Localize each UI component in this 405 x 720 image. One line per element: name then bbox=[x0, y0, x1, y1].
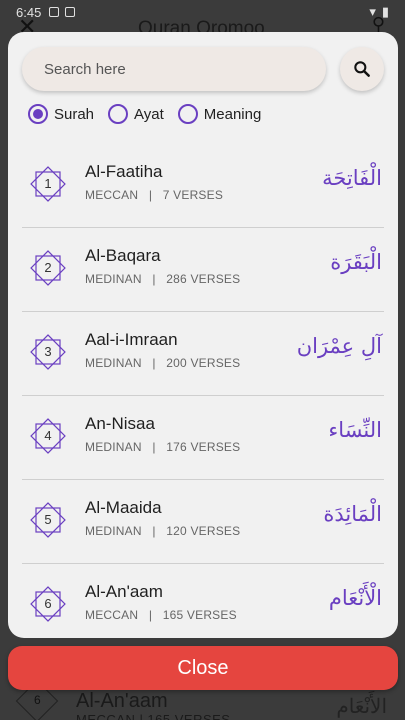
surah-number: 3 bbox=[44, 344, 52, 359]
surah-row[interactable]: 1 Al-Faatiha MECCAN | 7 VERSES الْفَاتِح… bbox=[22, 144, 384, 228]
radio-label: Ayat bbox=[134, 105, 164, 123]
surah-number: 2 bbox=[44, 260, 52, 275]
surah-arabic-name: آلِ عِمْرَان bbox=[296, 334, 382, 358]
surah-info: MEDINAN | 286 VERSES bbox=[85, 272, 241, 286]
surah-name: An-Nisaa bbox=[85, 414, 155, 433]
surah-arabic-name: الْمَائِدَة bbox=[323, 502, 382, 526]
surah-number: 6 bbox=[44, 596, 52, 611]
surah-name: Al-An'aam bbox=[76, 690, 168, 712]
radio-unchecked-icon bbox=[177, 104, 198, 124]
radio-surah[interactable]: Surah bbox=[28, 104, 94, 124]
surah-arabic-name: النِّسَاء bbox=[328, 418, 382, 442]
radio-checked-icon bbox=[28, 104, 48, 124]
star-badge-icon: 1 bbox=[28, 164, 68, 204]
search-icon bbox=[354, 61, 370, 77]
surah-row[interactable]: 5 Al-Maaida MEDINAN | 120 VERSES الْمَائ… bbox=[22, 480, 384, 564]
star-badge-icon: 5 bbox=[28, 500, 68, 540]
surah-arabic-name: الأَنْعَام bbox=[336, 694, 387, 718]
surah-number: 1 bbox=[44, 176, 52, 191]
close-button[interactable]: Close bbox=[8, 646, 398, 690]
radio-ayat[interactable]: Ayat bbox=[108, 104, 164, 124]
star-badge-icon: 4 bbox=[28, 416, 68, 456]
search-input[interactable] bbox=[44, 60, 326, 78]
surah-info: MEDINAN | 176 VERSES bbox=[85, 440, 241, 454]
shield-icon bbox=[49, 7, 60, 17]
surah-arabic-name: الْبَقَرَة bbox=[330, 250, 382, 274]
surah-name: Al-Maaida bbox=[85, 498, 162, 517]
star-badge-icon: 3 bbox=[28, 332, 68, 372]
search-type-radio-group: Surah Ayat Meaning bbox=[28, 104, 261, 124]
surah-name: Al-Faatiha bbox=[85, 162, 163, 181]
surah-info: MEDINAN | 200 VERSES bbox=[85, 356, 241, 370]
app-notification-icon bbox=[65, 7, 76, 17]
surah-info: MECCAN | 7 VERSES bbox=[85, 188, 224, 202]
surah-number: 5 bbox=[44, 512, 52, 527]
surah-number: 4 bbox=[44, 428, 52, 443]
search-dialog: Surah Ayat Meaning 1 Al-Faatiha MECCAN |… bbox=[8, 32, 398, 638]
star-badge-icon: 6 bbox=[28, 584, 68, 624]
radio-unchecked-icon bbox=[108, 104, 129, 124]
search-row bbox=[22, 46, 384, 92]
surah-row[interactable]: 6 Al-An'aam MECCAN | 165 VERSES الْأَنْع… bbox=[22, 564, 384, 638]
radio-meaning[interactable]: Meaning bbox=[177, 104, 262, 124]
surah-arabic-name: الْفَاتِحَة bbox=[322, 166, 382, 190]
surah-name: Al-An'aam bbox=[85, 582, 163, 601]
surah-name: Al-Baqara bbox=[85, 246, 161, 265]
surah-row[interactable]: 3 Aal-i-Imraan MEDINAN | 200 VERSES آلِ … bbox=[22, 312, 384, 396]
surah-arabic-name: الْأَنْعَام bbox=[328, 586, 382, 610]
surah-list: 1 Al-Faatiha MECCAN | 7 VERSES الْفَاتِح… bbox=[8, 138, 398, 638]
notification-icons bbox=[49, 7, 76, 17]
surah-name: Aal-i-Imraan bbox=[85, 330, 178, 349]
surah-info: MEDINAN | 120 VERSES bbox=[85, 524, 241, 538]
search-button[interactable] bbox=[340, 47, 384, 91]
surah-info: MECCAN | 165 VERSES bbox=[85, 608, 237, 622]
surah-info: MECCAN | 165 VERSES bbox=[76, 712, 231, 720]
radio-label: Surah bbox=[54, 105, 95, 123]
search-field[interactable] bbox=[22, 47, 326, 91]
radio-label: Meaning bbox=[203, 105, 262, 123]
surah-row[interactable]: 4 An-Nisaa MEDINAN | 176 VERSES النِّسَا… bbox=[22, 396, 384, 480]
surah-row[interactable]: 2 Al-Baqara MEDINAN | 286 VERSES الْبَقَ… bbox=[22, 228, 384, 312]
star-badge-icon: 2 bbox=[28, 248, 68, 288]
